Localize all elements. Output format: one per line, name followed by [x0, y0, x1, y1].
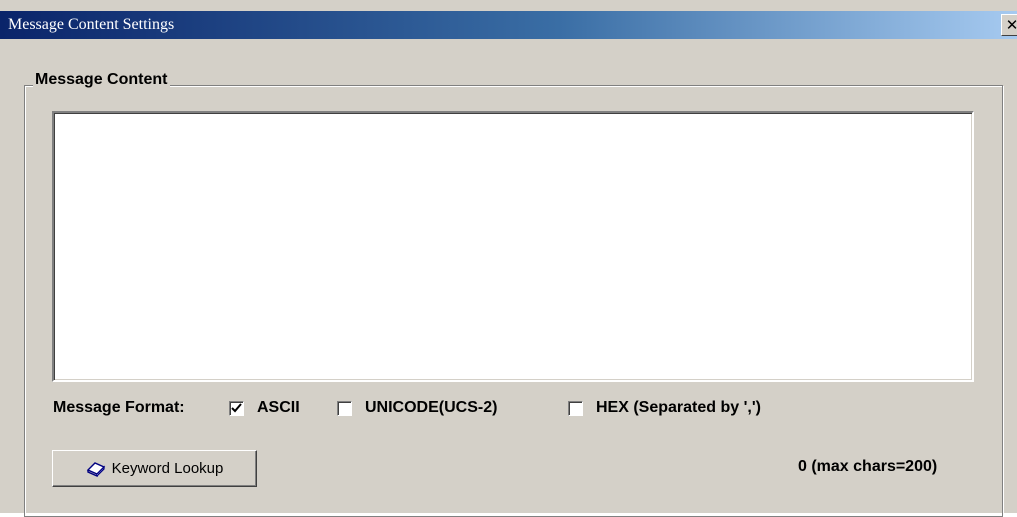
- checkmark-icon: [231, 403, 242, 413]
- close-icon: ✕: [1005, 16, 1017, 34]
- close-button[interactable]: ✕: [1001, 14, 1017, 36]
- hex-checkbox[interactable]: [568, 401, 583, 416]
- keyword-lookup-label: Keyword Lookup: [111, 460, 224, 477]
- keyword-lookup-button[interactable]: Keyword Lookup: [52, 450, 257, 487]
- char-counter: 0 (max chars=200): [798, 458, 938, 475]
- ascii-checkbox[interactable]: [229, 401, 244, 416]
- message-format-label: Message Format:: [53, 399, 185, 416]
- unicode-checkbox[interactable]: [337, 401, 352, 416]
- title-bar[interactable]: Message Content Settings ✕: [0, 11, 1017, 39]
- ascii-label: ASCII: [257, 399, 300, 416]
- unicode-label: UNICODE(UCS-2): [365, 399, 498, 416]
- message-content-textarea[interactable]: [52, 111, 974, 382]
- hex-label: HEX (Separated by ','): [596, 399, 761, 416]
- group-label: Message Content: [33, 71, 171, 89]
- keyword-lookup-icon: [86, 461, 105, 477]
- window-title: Message Content Settings: [8, 16, 175, 33]
- dialog-window: Message Content Settings ✕ Message Conte…: [0, 0, 1017, 517]
